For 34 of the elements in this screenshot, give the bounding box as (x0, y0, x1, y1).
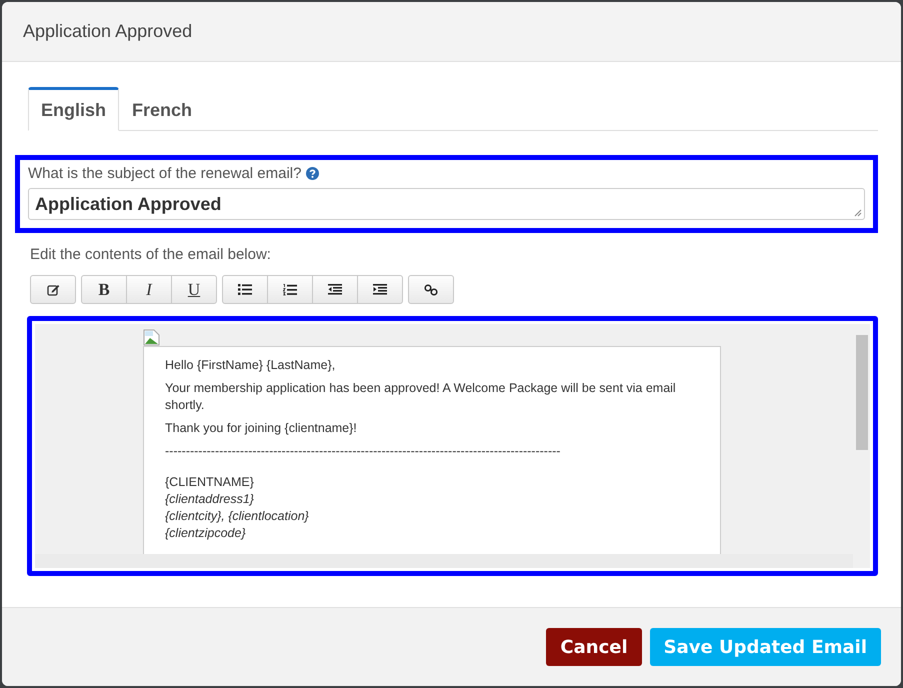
subject-field[interactable]: Application Approved (28, 188, 865, 220)
numbers-button[interactable] (267, 275, 313, 304)
email-text: Hello {FirstName} {LastName}, (165, 357, 336, 374)
subject-label: What is the subject of the renewal email? (28, 165, 302, 182)
underline-button[interactable]: U (171, 275, 217, 304)
language-tab[interactable]: English (28, 87, 120, 131)
edit-button[interactable] (30, 275, 76, 304)
email-text: {CLIENTNAME} (165, 474, 255, 491)
editor-label: Edit the contents of the email below: (30, 246, 272, 263)
email-text: ----------------------------------------------------------------------------------------------- (165, 443, 562, 460)
indent-icon (373, 284, 387, 295)
link-icon (424, 284, 438, 296)
bold-button[interactable]: B (81, 275, 127, 304)
bullet-list-icon (238, 284, 252, 295)
email-text: {clientcity}, {clientlocation} (165, 508, 310, 525)
numbered-list-icon (283, 284, 297, 296)
email-text: Your membership application has been approved! A Welcome Package will be sent via email shortly. (165, 380, 677, 414)
help-icon[interactable] (306, 167, 320, 180)
italic-button[interactable]: I (126, 275, 172, 304)
email-text: {clientzipcode} (165, 525, 247, 542)
language-tab[interactable]: French (119, 87, 206, 131)
resize-grip-icon[interactable] (854, 209, 862, 217)
cancel-button[interactable]: Cancel (546, 628, 642, 666)
outdent-icon (328, 284, 342, 295)
broken-image-icon (143, 329, 160, 346)
link-button[interactable] (408, 275, 454, 304)
horizontal-scrollbar[interactable] (35, 554, 853, 568)
email-text: {clientaddress1} (165, 491, 255, 508)
bullets-button[interactable] (222, 275, 268, 304)
email-text: Thank you for joining {clientname}! (165, 420, 358, 437)
dialog-title: Application Approved (23, 21, 192, 42)
pencil-icon (46, 284, 60, 296)
indent-button[interactable] (357, 275, 403, 304)
outdent-button[interactable] (312, 275, 358, 304)
